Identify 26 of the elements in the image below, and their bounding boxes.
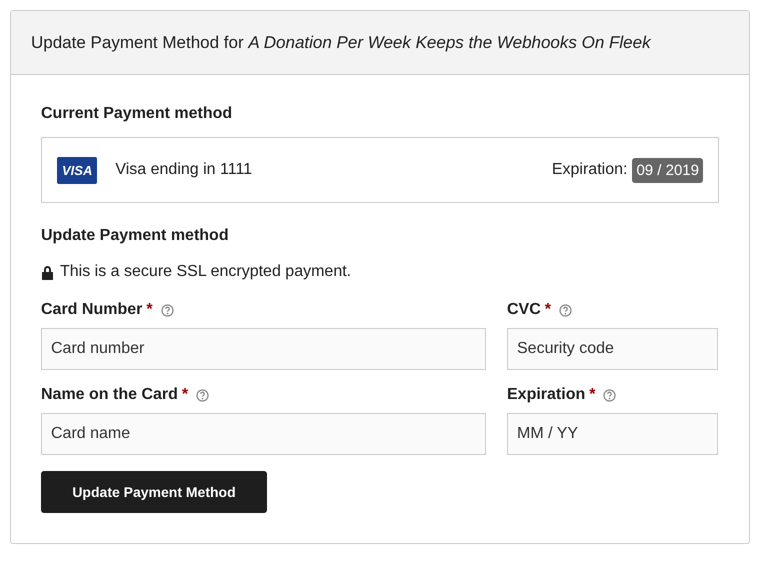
field-label: Card Number — [41, 301, 142, 319]
required-mark: * — [589, 386, 596, 404]
input-field[interactable]: Card name — [41, 413, 486, 455]
expiration-label: Expiration: — [552, 161, 628, 179]
required-mark: * — [544, 301, 552, 319]
field-label: Expiration — [507, 386, 586, 404]
input-field[interactable]: Card number — [41, 328, 486, 370]
help-icon[interactable] — [559, 304, 572, 316]
card-description: Visa ending in 1111 — [115, 161, 254, 179]
input-field[interactable]: Security code — [507, 328, 718, 370]
required-mark: * — [146, 301, 153, 319]
lock-icon — [41, 264, 54, 280]
input-field[interactable]: MM / YY — [507, 413, 718, 455]
section-heading: Current Payment method — [41, 105, 234, 123]
secure-note: This is a secure SSL encrypted payment. — [60, 263, 352, 281]
required-mark: * — [182, 386, 188, 404]
field-label: CVC — [507, 301, 541, 319]
expiration-badge: 09 / 2019 — [632, 158, 703, 182]
help-icon[interactable] — [160, 304, 174, 316]
visa-logo: VISA — [57, 156, 98, 184]
panel-title: Update Payment Method for A Donation Per Week Keeps the Webhooks On Fleek — [31, 32, 651, 52]
section-heading: Update Payment method — [41, 227, 230, 245]
help-icon[interactable] — [603, 388, 616, 402]
help-icon[interactable] — [196, 388, 210, 402]
field-label: Name on the Card — [41, 386, 178, 404]
update-payment-button[interactable]: Update Payment Method — [41, 471, 267, 513]
